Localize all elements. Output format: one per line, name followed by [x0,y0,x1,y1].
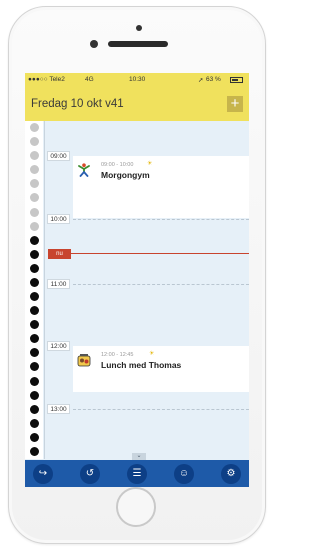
hour-label: 12:00 [47,341,70,351]
event-title: Lunch med Thomas [101,360,182,370]
page-title: Fredag 10 okt v41 [31,98,124,110]
front-camera [90,40,98,48]
future-time-dot [30,404,39,414]
future-time-dot [30,263,39,273]
future-time-dot [30,362,39,372]
location-arrow-icon: ➚ [198,77,204,84]
hour-line [73,219,249,220]
lunch-icon [77,353,91,367]
add-button[interactable]: + [227,96,243,112]
network-label: 4G [85,76,94,83]
event-time: 12:00 - 12:45 [101,352,134,358]
future-time-dot [30,292,39,301]
hour-label: 11:00 [47,279,70,289]
clock-label: 10:30 [129,76,146,83]
past-time-dot [30,165,39,175]
future-time-dot [30,306,39,316]
hour-line [73,284,249,285]
history-icon: ↺ [85,468,95,479]
tab-history[interactable]: ↺ [80,464,100,484]
settings-icon: ⚙ [226,468,236,479]
forward-icon: ↪ [38,468,48,479]
future-time-dot [30,320,39,330]
tab-bar: ↪ ↺ ☰ ☺ ⚙ [25,460,249,487]
sun-icon: ☀ [149,351,155,357]
future-time-dot [30,376,39,386]
earpiece-speaker [108,41,168,47]
event-time: 09:00 - 10:00 [101,162,134,168]
tab-list[interactable]: ☰ [127,464,147,484]
future-time-dot [30,334,39,344]
status-bar: ●●●○○ Tele2 4G 10:30 ➚ 63 % [25,73,249,87]
tab-forward[interactable]: ↪ [33,464,53,484]
sun-icon: ☀ [147,161,153,167]
past-time-dot [30,137,39,147]
contacts-icon: ☺ [178,468,190,479]
app-screen: ●●●○○ Tele2 4G 10:30 ➚ 63 % Fredag 10 ok… [25,73,249,487]
timeline-axis [44,121,45,459]
now-label: nu [48,249,71,259]
future-time-dot [30,235,39,245]
past-time-dot [30,123,39,132]
carrier-label: ●●●○○ Tele2 [28,76,65,83]
future-time-dot [30,390,39,400]
event-title: Morgongym [101,170,150,180]
past-time-dot [30,151,39,161]
future-time-dot [30,348,39,358]
exercise-person-icon [77,163,91,177]
tab-contacts[interactable]: ☺ [174,464,194,484]
event-card[interactable]: 12:00 - 12:45 ☀ Lunch med Thomas [73,346,249,392]
sensor-dot [136,25,142,31]
event-card[interactable]: 09:00 - 10:00 ☀ Morgongym [73,156,249,218]
future-time-dot [30,418,39,428]
tab-settings[interactable]: ⚙ [221,464,241,484]
past-time-dot [30,221,39,231]
past-time-dot [30,179,39,189]
hour-line [73,409,249,410]
hour-label: 09:00 [47,151,70,161]
now-line [71,253,249,254]
app-header: Fredag 10 okt v41 + [25,87,249,121]
hour-label: 10:00 [47,214,70,224]
chevron-down-icon[interactable]: ⌄ [132,453,146,460]
battery-icon [230,77,243,83]
hour-label: 13:00 [47,404,70,414]
timeline-dots [25,121,43,459]
future-time-dot [30,277,39,287]
future-time-dot [30,432,39,442]
future-time-dot [30,249,39,259]
list-icon: ☰ [132,468,142,479]
past-time-dot [30,207,39,217]
battery-percent: 63 % [206,76,221,83]
past-time-dot [30,193,39,203]
future-time-dot [30,446,39,456]
home-button[interactable] [116,487,156,527]
